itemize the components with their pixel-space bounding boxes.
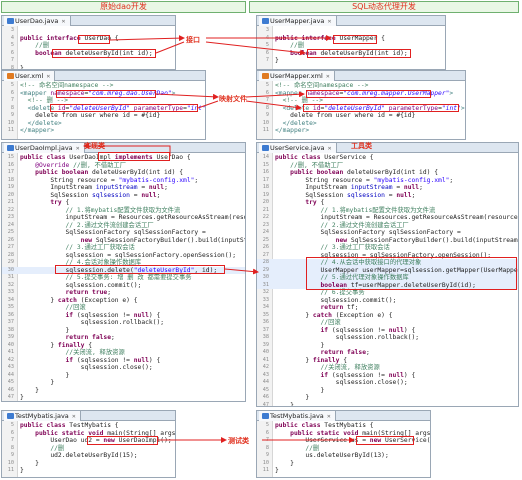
label-mapper-file: 映射文件 xyxy=(219,95,247,103)
label-interface: 接口 xyxy=(186,36,200,44)
connector-arrows xyxy=(83,35,355,443)
label-tool-class: 工具类 xyxy=(351,142,372,150)
label-impl-class: 实现类 xyxy=(84,142,105,150)
label-test-class: 测试类 xyxy=(228,437,249,445)
